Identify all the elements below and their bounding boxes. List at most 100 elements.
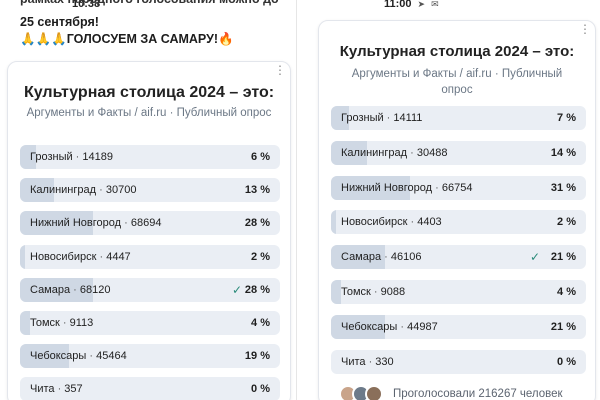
- poll-option-separator: ·: [365, 355, 376, 368]
- poll-option-percent: 4 %: [557, 286, 576, 298]
- poll-option-separator: ·: [70, 283, 80, 296]
- poll-option-city: Грозный: [341, 112, 384, 124]
- poll-option-label: Томск · 9088: [341, 280, 405, 304]
- poll-option-percent: 19 %: [244, 350, 270, 363]
- pray-emoji: 🙏🙏🙏: [20, 32, 67, 46]
- poll-option-percent: 13 %: [244, 184, 270, 197]
- poll-option[interactable]: Калининград · 30488 14 %: [331, 140, 586, 165]
- poll-option-percent: 21 %: [550, 320, 576, 333]
- poll-title: Культурная столица 2024 – это:: [339, 43, 575, 60]
- poll-option-label: Калининград · 30488: [341, 141, 447, 165]
- poll-option[interactable]: Чебоксары · 44987 21 %: [331, 314, 586, 339]
- poll-option-city: Грозный: [30, 151, 73, 163]
- poll-option-separator: ·: [432, 181, 442, 194]
- poll-option-separator: ·: [72, 151, 83, 163]
- message-cheer: 🙏🙏🙏ГОЛОСУЕМ ЗА САМАРУ!🔥: [20, 32, 288, 47]
- poll-option[interactable]: Чебоксары · 45464 19 %: [20, 344, 280, 369]
- poll-option-percent: 28 %: [244, 283, 270, 296]
- poll-option-votes: 46106: [390, 251, 422, 264]
- screenshot-divider: [296, 0, 304, 400]
- poll-card-right: ⋮ Культурная столица 2024 – это: Аргумен…: [318, 20, 596, 400]
- status-bar-right: 11:00 ➤ ✉: [384, 0, 584, 8]
- poll-option-votes: 4403: [417, 216, 442, 229]
- poll-option-votes: 68694: [130, 217, 162, 230]
- poll-option-label: Чебоксары · 44987: [341, 315, 438, 339]
- poll-option-label: Нижний Новгород · 66754: [341, 176, 472, 200]
- poll-option-city: Самара: [341, 251, 382, 264]
- poll-option[interactable]: Нижний Новгород · 68694 28 %: [20, 211, 280, 236]
- poll-option[interactable]: Самара · 46106 ✓ 21 %: [331, 245, 586, 270]
- check-icon: ✓: [529, 250, 540, 265]
- poll-option-votes: 44987: [407, 320, 438, 333]
- poll-option-separator: ·: [407, 216, 418, 229]
- poll-option-votes: 14189: [82, 151, 113, 163]
- poll-option-city: Новосибирск: [30, 250, 97, 263]
- poll-option[interactable]: Калининград · 30700 13 %: [20, 178, 280, 203]
- poll-option-label: Чита · 357: [30, 377, 83, 400]
- poll-option-percent: 4 %: [251, 317, 270, 329]
- poll-footer: Проголосовали 216267 человек: [339, 384, 563, 400]
- poll-option-percent: 0 %: [557, 355, 576, 368]
- poll-option-percent: 2 %: [251, 250, 270, 263]
- poll-option-label: Чита · 330: [341, 350, 394, 374]
- poll-option-city: Новосибирск: [341, 216, 408, 229]
- poll-option-percent: 14 %: [550, 146, 576, 159]
- more-vertical-icon[interactable]: ⋮: [274, 64, 286, 76]
- poll-subtitle: Аргументы и Факты / aif.ru · Публичный о…: [26, 107, 272, 119]
- poll-option-percent: 0 %: [251, 383, 270, 396]
- poll-option-separator: ·: [96, 250, 107, 263]
- message-line-clipped: рамках народного голосования можно до: [20, 0, 288, 7]
- poll-option[interactable]: Самара · 68120 ✓ 28 %: [20, 277, 280, 302]
- poll-option-label: Нижний Новгород · 68694: [30, 211, 161, 235]
- poll-option-separator: ·: [121, 217, 131, 230]
- poll-option-label: Самара · 46106: [341, 245, 421, 269]
- more-vertical-icon[interactable]: ⋮: [579, 23, 591, 35]
- poll-option[interactable]: Нижний Новгород · 66754 31 %: [331, 175, 586, 200]
- poll-option-votes: 9113: [69, 317, 94, 329]
- poll-option-percent: 6 %: [251, 151, 270, 163]
- poll-option[interactable]: Новосибирск · 4447 2 %: [20, 244, 280, 269]
- poll-option-separator: ·: [407, 146, 417, 159]
- poll-title: Культурная столица 2024 – это:: [23, 84, 275, 101]
- poll-option-label: Самара · 68120: [30, 278, 110, 302]
- poll-option-city: Чебоксары: [341, 320, 398, 333]
- poll-option[interactable]: Новосибирск · 4403 2 %: [331, 210, 586, 235]
- poll-option-separator: ·: [383, 112, 394, 124]
- poll-option-fill: [331, 210, 337, 235]
- poll-option-city: Томск: [341, 286, 371, 298]
- check-icon: ✓: [231, 282, 242, 297]
- poll-option[interactable]: Томск · 9113 4 %: [20, 311, 280, 335]
- poll-option-percent: 28 %: [244, 217, 270, 230]
- poll-option-votes: 330: [375, 355, 394, 368]
- poll-option-separator: ·: [397, 320, 408, 333]
- voted-count: Проголосовали 216267 человек: [393, 388, 563, 400]
- voter-avatars: [339, 385, 383, 400]
- poll-option-city: Томск: [30, 317, 60, 329]
- poll-option[interactable]: Грозный · 14189 6 %: [20, 145, 280, 169]
- poll-option-separator: ·: [86, 350, 97, 363]
- poll-option[interactable]: Чита · 330 0 %: [331, 349, 586, 374]
- poll-option-percent: 7 %: [557, 112, 576, 124]
- poll-option-city: Чебоксары: [30, 350, 87, 363]
- poll-option-votes: 66754: [441, 181, 473, 194]
- fire-emoji: 🔥: [218, 32, 234, 46]
- poll-option-city: Самара: [30, 283, 71, 296]
- poll-option-label: Грозный · 14111: [341, 106, 422, 130]
- poll-option[interactable]: Грозный · 14111 7 %: [331, 106, 586, 130]
- poll-option-fill: [20, 311, 31, 335]
- poll-option[interactable]: Чита · 357 0 %: [20, 377, 280, 400]
- poll-option-separator: ·: [54, 383, 65, 396]
- poll-option-label: Калининград · 30700: [30, 178, 136, 202]
- poll-option-city: Калининград: [341, 146, 408, 159]
- poll-option-separator: ·: [59, 317, 70, 329]
- message-cheer-text: ГОЛОСУЕМ ЗА САМАРУ!: [66, 32, 219, 46]
- poll-option-percent: 21 %: [550, 251, 576, 264]
- poll-option-votes: 14111: [393, 112, 423, 124]
- poll-option-separator: ·: [370, 286, 381, 298]
- poll-option-votes: 30488: [416, 146, 448, 159]
- status-time: 11:00: [384, 0, 412, 8]
- poll-option-city: Нижний Новгород: [341, 181, 433, 194]
- poll-subtitle: Аргументы и Факты / aif.ru · Публичный о…: [351, 68, 563, 96]
- poll-option-label: Новосибирск · 4447: [30, 245, 131, 269]
- poll-option[interactable]: Томск · 9088 4 %: [331, 280, 586, 304]
